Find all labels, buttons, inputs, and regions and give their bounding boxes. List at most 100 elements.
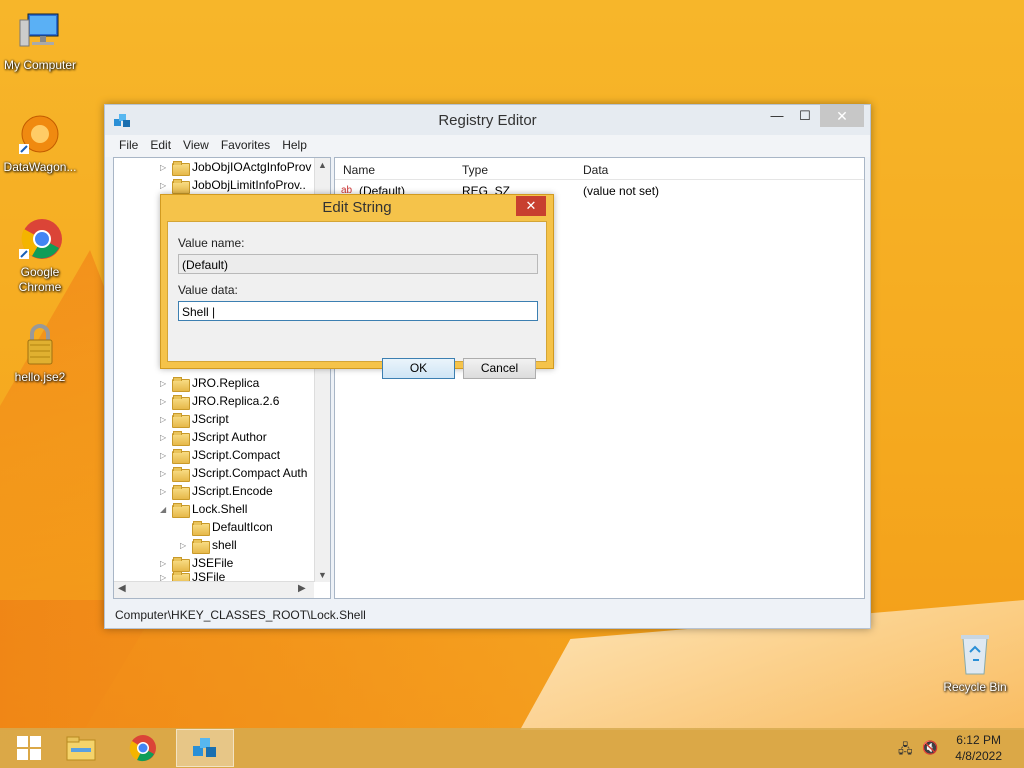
tree-item-label: JScript.Encode bbox=[192, 484, 273, 498]
close-button[interactable]: ✕ bbox=[820, 105, 864, 127]
desktop-icon-label: My Computer bbox=[3, 58, 77, 72]
recycle-bin-icon bbox=[951, 630, 999, 678]
scroll-right-icon[interactable]: ▶ bbox=[298, 583, 306, 594]
ok-button[interactable]: OK bbox=[382, 358, 455, 379]
folder-icon bbox=[172, 412, 190, 428]
value-name-label: Value name: bbox=[178, 236, 245, 250]
folder-icon bbox=[172, 178, 190, 194]
expand-icon[interactable]: ▷ bbox=[160, 451, 168, 460]
tree-item[interactable]: ▷ JobObjLimitInfoProv.. bbox=[160, 176, 306, 194]
taskbar-chrome[interactable] bbox=[114, 729, 172, 767]
status-path: Computer\HKEY_CLASSES_ROOT\Lock.Shell bbox=[115, 608, 366, 622]
expand-icon[interactable]: ▷ bbox=[180, 541, 188, 550]
chrome-icon bbox=[129, 735, 156, 762]
start-button[interactable] bbox=[0, 729, 58, 767]
expand-icon[interactable]: ▷ bbox=[160, 379, 168, 388]
tree-item-lock-shell[interactable]: ◢ Lock.Shell bbox=[160, 500, 247, 518]
menu-edit[interactable]: Edit bbox=[144, 135, 177, 157]
tree-item-label: JScript Author bbox=[192, 430, 267, 444]
value-data: (value not set) bbox=[583, 184, 660, 198]
regedit-icon bbox=[193, 738, 216, 757]
tree-item-label: JSEFile bbox=[192, 556, 234, 570]
desktop-icon-label: Google Chrome bbox=[18, 265, 62, 294]
tree-item-label: JRO.Replica bbox=[192, 376, 260, 390]
title-bar[interactable]: Registry Editor — ☐ ✕ bbox=[105, 105, 870, 135]
tree-item-label: JScript bbox=[192, 412, 229, 426]
menu-file[interactable]: File bbox=[113, 135, 144, 157]
tree-item-label: JScript.Compact bbox=[192, 448, 281, 462]
maximize-button[interactable]: ☐ bbox=[790, 105, 820, 127]
clock-date: 4/8/2022 bbox=[955, 749, 1002, 763]
tree-horizontal-scrollbar[interactable]: ◀ ▶ bbox=[114, 581, 314, 598]
folder-icon bbox=[172, 484, 190, 500]
folder-icon bbox=[172, 430, 190, 446]
tree-item[interactable]: ▷ JScript.Compact bbox=[160, 446, 280, 464]
windows-logo-icon bbox=[17, 736, 41, 760]
expand-icon[interactable]: ▷ bbox=[160, 433, 168, 442]
tree-item-label: JScript.Compact Auth bbox=[192, 466, 308, 480]
scroll-down-icon[interactable]: ▼ bbox=[315, 570, 330, 580]
minimize-button[interactable]: — bbox=[762, 105, 792, 127]
desktop-icon-my-computer[interactable]: My Computer bbox=[0, 8, 80, 73]
desktop-icon-label: hello.jse2 bbox=[14, 370, 66, 384]
collapse-icon[interactable]: ◢ bbox=[160, 505, 168, 514]
expand-icon[interactable]: ▷ bbox=[160, 469, 168, 478]
dialog-body: Value name: (Default) Value data: Shell … bbox=[167, 221, 547, 379]
clock[interactable]: 6:12 PM 4/8/2022 bbox=[955, 732, 1002, 764]
desktop-icon-google-chrome[interactable]: Google Chrome bbox=[0, 215, 80, 295]
scroll-left-icon[interactable]: ◀ bbox=[118, 583, 126, 594]
menu-favorites[interactable]: Favorites bbox=[215, 135, 276, 157]
expand-icon[interactable]: ▷ bbox=[160, 415, 168, 424]
expand-icon[interactable]: ▷ bbox=[160, 163, 168, 172]
folder-icon bbox=[172, 556, 190, 572]
tree-item[interactable]: ▷ shell bbox=[180, 536, 237, 554]
desktop-icon-hello-jse2[interactable]: hello.jse2 bbox=[0, 320, 80, 385]
column-data[interactable]: Data bbox=[583, 163, 608, 177]
taskbar-file-explorer[interactable] bbox=[52, 729, 110, 767]
desktop-icon-datawagon[interactable]: DataWagon... bbox=[0, 110, 80, 175]
tree-item[interactable]: ▷ JScript Author bbox=[160, 428, 267, 446]
menu-help[interactable]: Help bbox=[276, 135, 313, 157]
expand-icon[interactable]: ▷ bbox=[160, 397, 168, 406]
scroll-up-icon[interactable]: ▲ bbox=[315, 160, 330, 170]
tree-item[interactable]: ▷ JScript bbox=[160, 410, 229, 428]
folder-icon bbox=[172, 448, 190, 464]
value-data-label: Value data: bbox=[178, 283, 238, 297]
dialog-title: Edit String bbox=[322, 199, 392, 216]
cancel-button[interactable]: Cancel bbox=[463, 358, 536, 379]
tree-item-label: JobObjLimitInfoProv.. bbox=[192, 178, 306, 192]
column-name[interactable]: Name bbox=[343, 163, 375, 177]
chrome-icon bbox=[16, 215, 64, 263]
tree-item[interactable]: ▷ JScript.Compact Auth bbox=[160, 464, 307, 482]
network-icon[interactable]: 🖧 bbox=[898, 740, 913, 762]
dialog-close-button[interactable]: ✕ bbox=[516, 196, 546, 216]
folder-icon bbox=[172, 502, 190, 518]
column-type[interactable]: Type bbox=[462, 163, 488, 177]
expand-icon[interactable]: ▷ bbox=[160, 181, 168, 190]
lock-file-icon bbox=[16, 320, 64, 368]
desktop-icon-recycle-bin[interactable]: Recycle Bin bbox=[935, 630, 1015, 695]
folder-icon bbox=[172, 394, 190, 410]
file-explorer-icon bbox=[66, 736, 96, 761]
tree-item-label: DefaultIcon bbox=[212, 520, 273, 534]
tree-item[interactable]: ▷ JSEFile bbox=[160, 554, 233, 572]
folder-icon bbox=[172, 160, 190, 176]
volume-muted-icon[interactable]: 🔇 bbox=[922, 740, 938, 756]
expand-icon[interactable]: ▷ bbox=[160, 487, 168, 496]
dialog-title-bar[interactable]: Edit String ✕ bbox=[161, 195, 553, 221]
computer-icon bbox=[16, 8, 64, 56]
tree-item[interactable]: ▷ JRO.Replica.2.6 bbox=[160, 392, 279, 410]
value-data-field[interactable]: Shell | bbox=[178, 301, 538, 321]
window-title: Registry Editor bbox=[438, 112, 537, 129]
folder-icon bbox=[172, 376, 190, 392]
tree-item[interactable]: ▷ JobObjIOActgInfoProv bbox=[160, 158, 311, 176]
tree-item[interactable]: ▷ JRO.Replica bbox=[160, 374, 259, 392]
tree-item-label: JobObjIOActgInfoProv bbox=[192, 160, 312, 174]
tree-item[interactable]: ▷ JScript.Encode bbox=[160, 482, 273, 500]
taskbar-registry-editor[interactable] bbox=[176, 729, 234, 767]
tree-item[interactable]: DefaultIcon bbox=[180, 518, 273, 536]
folder-icon bbox=[192, 520, 210, 536]
tree-item-label: Lock.Shell bbox=[192, 502, 248, 516]
expand-icon[interactable]: ▷ bbox=[160, 559, 168, 568]
menu-view[interactable]: View bbox=[177, 135, 215, 157]
